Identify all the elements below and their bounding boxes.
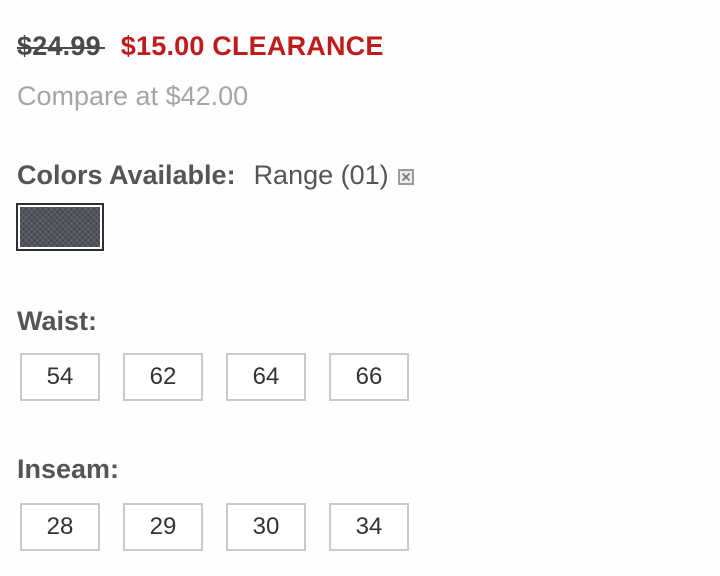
inseam-options: 28 29 30 34 <box>20 503 432 551</box>
inseam-option[interactable]: 30 <box>226 503 306 551</box>
color-swatch-fill <box>20 207 100 247</box>
waist-option[interactable]: 54 <box>20 353 100 401</box>
inseam-option[interactable]: 29 <box>123 503 203 551</box>
inseam-option[interactable]: 34 <box>329 503 409 551</box>
waist-options: 54 62 64 66 <box>20 353 432 401</box>
color-swatch-range-01[interactable] <box>16 203 104 251</box>
selected-color: Range (01) <box>253 159 389 190</box>
close-glyph-icon <box>401 172 410 181</box>
price-row: $24.99 $15.00 CLEARANCE <box>17 28 384 64</box>
inseam-label: Inseam: <box>17 454 120 484</box>
waist-option[interactable]: 66 <box>329 353 409 401</box>
waist-option[interactable]: 62 <box>123 353 203 401</box>
close-box-icon[interactable] <box>397 168 414 185</box>
inseam-option[interactable]: 28 <box>20 503 100 551</box>
waist-label: Waist: <box>17 306 97 336</box>
original-price: $24.99 <box>17 30 105 61</box>
waist-option[interactable]: 64 <box>226 353 306 401</box>
colors-label: Colors Available: <box>17 159 236 190</box>
colors-row: Colors Available: Range (01) <box>17 157 414 193</box>
compare-price: Compare at $42.00 <box>17 81 249 111</box>
sale-price: $15.00 CLEARANCE <box>120 30 384 61</box>
